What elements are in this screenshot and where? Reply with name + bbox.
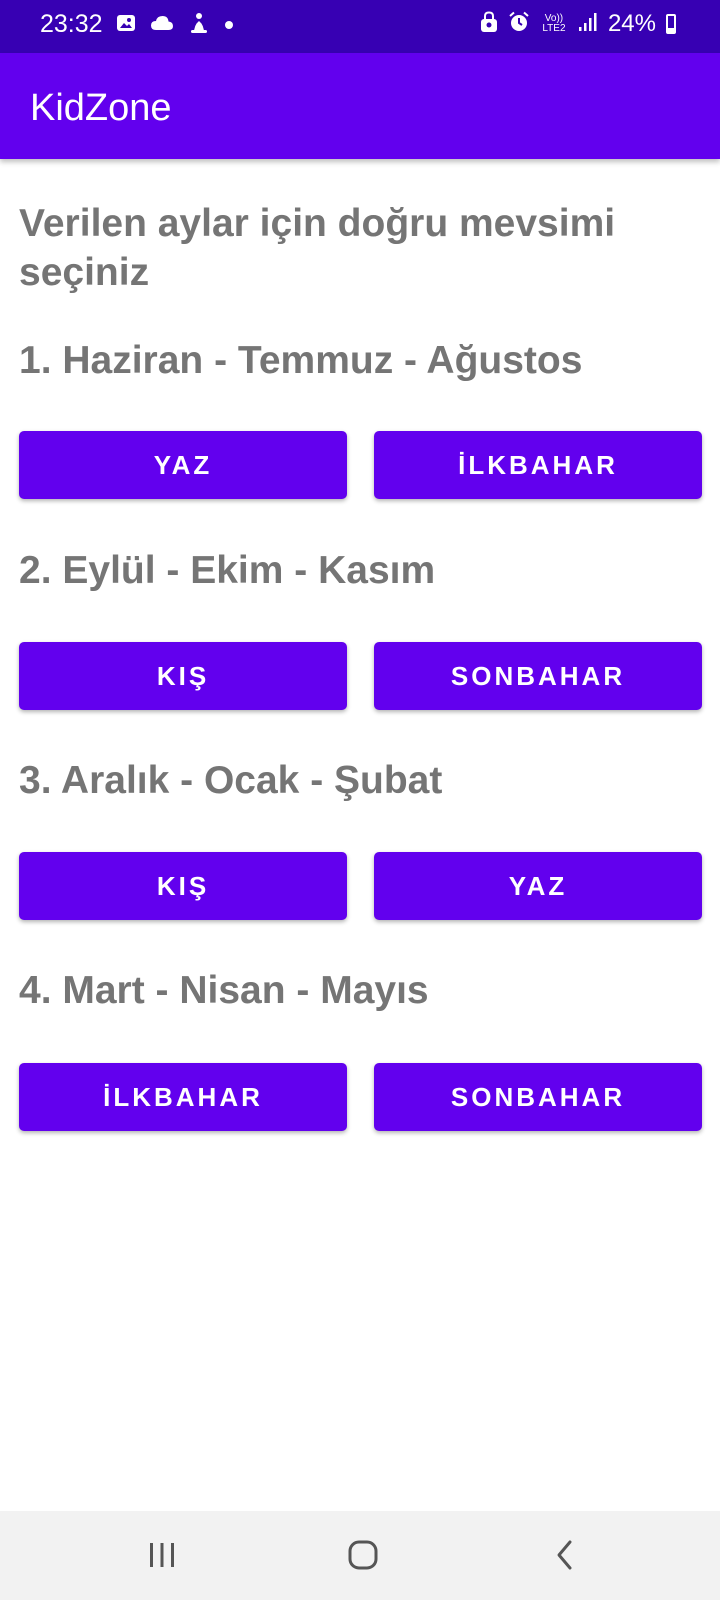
status-icons-right: Vo)) LTE2 24%	[480, 10, 676, 38]
lock-icon	[480, 10, 498, 38]
app-bar: KidZone	[0, 53, 720, 159]
question-1: 1. Haziran - Temmuz - Ağustos	[19, 339, 583, 382]
app-title: KidZone	[30, 87, 172, 129]
system-nav-bar	[0, 1511, 720, 1600]
dot-icon	[224, 17, 234, 35]
alarm-icon	[508, 11, 530, 38]
answer-button-q2-option-1[interactable]: KIŞ	[19, 642, 347, 710]
answer-button-q3-option-2[interactable]: YAZ	[374, 852, 702, 920]
volte-icon: Vo)) LTE2	[542, 13, 566, 34]
question-2: 2. Eylül - Ekim - Kasım	[19, 549, 436, 592]
back-icon[interactable]	[535, 1529, 595, 1581]
question-3: 3. Aralık - Ocak - Şubat	[19, 759, 443, 802]
home-icon[interactable]	[333, 1529, 393, 1581]
answer-button-q3-option-1[interactable]: KIŞ	[19, 852, 347, 920]
status-bar: 23:32 Vo)) LTE2 24%	[0, 0, 720, 53]
answer-button-q2-option-2[interactable]: SONBAHAR	[374, 642, 702, 710]
answer-button-q1-option-1[interactable]: YAZ	[19, 431, 347, 499]
battery-icon	[666, 14, 676, 34]
running-icon	[188, 12, 210, 39]
cloud-icon	[150, 14, 174, 37]
question-4: 4. Mart - Nisan - Mayıs	[19, 969, 429, 1012]
instruction-text: Verilen aylar için doğru mevsimi seçiniz	[19, 202, 616, 294]
answer-button-q1-option-2[interactable]: İLKBAHAR	[374, 431, 702, 499]
image-icon	[116, 13, 136, 38]
battery-percent: 24%	[607, 10, 656, 37]
answer-button-q4-option-2[interactable]: SONBAHAR	[374, 1063, 702, 1131]
status-time: 23:32	[40, 10, 103, 38]
signal-icon	[578, 12, 598, 37]
status-icons-left	[116, 12, 234, 39]
answer-button-q4-option-1[interactable]: İLKBAHAR	[19, 1063, 347, 1131]
recent-apps-icon[interactable]	[132, 1529, 192, 1581]
